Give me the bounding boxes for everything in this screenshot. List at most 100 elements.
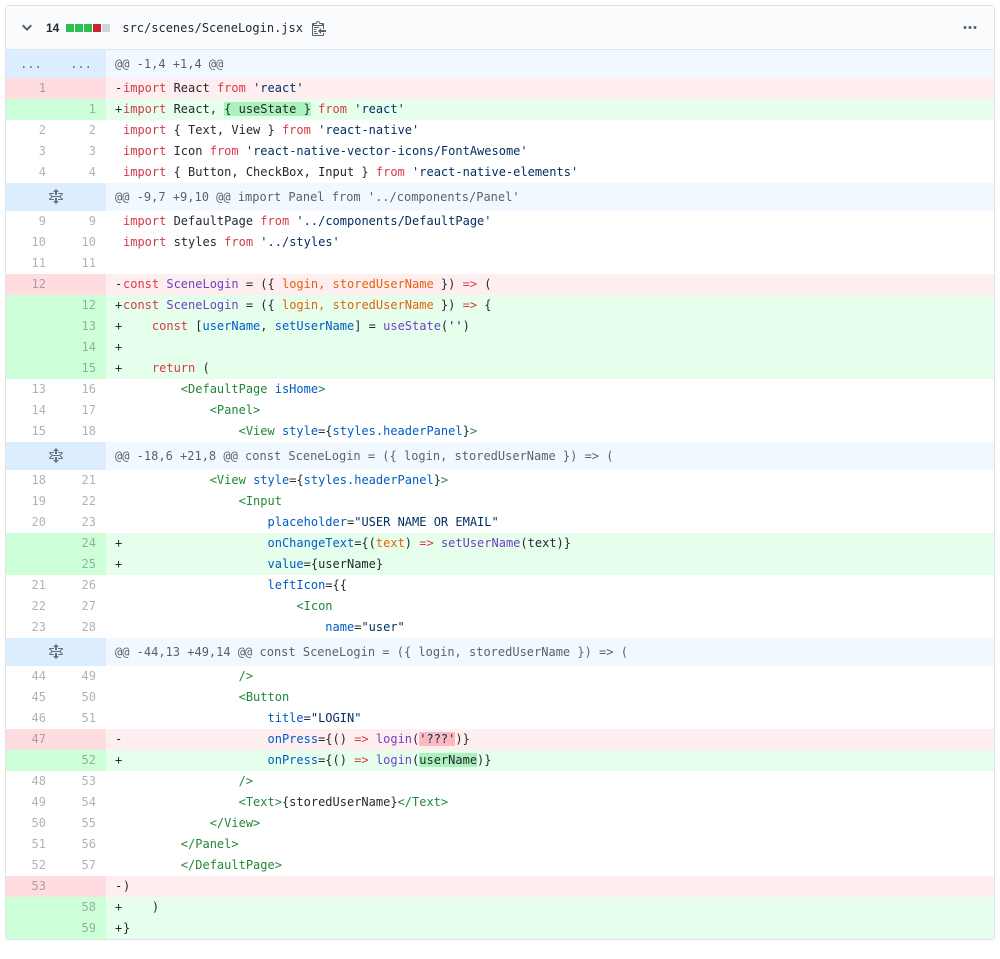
old-line-number[interactable]	[6, 295, 56, 316]
old-line-number[interactable]: 9	[6, 211, 56, 232]
old-line-number[interactable]: 15	[6, 421, 56, 442]
new-line-number[interactable]: 55	[56, 813, 106, 834]
new-line-number[interactable]: 10	[56, 232, 106, 253]
diff-row-add: 1 +import React, { useState } from 'react…	[6, 99, 994, 120]
new-line-number[interactable]: 18	[56, 421, 106, 442]
old-line-number[interactable]: 20	[6, 512, 56, 533]
old-line-number[interactable]: 23	[6, 617, 56, 638]
diff-file-container: 14 src/scenes/SceneLogin.jsx ...... @@ -1…	[5, 5, 995, 940]
new-line-number[interactable]: 3	[56, 141, 106, 162]
new-line-number[interactable]	[56, 274, 106, 295]
new-line-number[interactable]: 15	[56, 358, 106, 379]
collapse-diff-button[interactable]	[16, 18, 40, 38]
unfold-icon	[49, 644, 63, 659]
diff-row-ctx: 20 23 placeholder="USER NAME OR EMAIL"	[6, 512, 994, 533]
old-line-number[interactable]	[6, 316, 56, 337]
old-line-number[interactable]: 52	[6, 855, 56, 876]
new-line-number[interactable]: 54	[56, 792, 106, 813]
new-line-number[interactable]: 11	[56, 253, 106, 274]
new-line-number[interactable]: 21	[56, 470, 106, 491]
old-line-number[interactable]: 46	[6, 708, 56, 729]
diff-marker: +	[115, 298, 123, 312]
new-line-number[interactable]: 52	[56, 750, 106, 771]
code-line: <DefaultPage isHome>	[106, 379, 994, 400]
expand-hunk-button[interactable]	[6, 442, 106, 470]
new-line-number[interactable]: 13	[56, 316, 106, 337]
old-line-number[interactable]	[6, 554, 56, 575]
diffstat-block-neutral	[102, 23, 111, 32]
old-line-number[interactable]: 45	[6, 687, 56, 708]
new-line-number[interactable]: 14	[56, 337, 106, 358]
new-line-number[interactable]: 1	[56, 99, 106, 120]
code-line: + onPress={() => login(userName)}	[106, 750, 994, 771]
new-line-number[interactable]: 56	[56, 834, 106, 855]
old-line-number[interactable]: 3	[6, 141, 56, 162]
new-line-number[interactable]: 4	[56, 162, 106, 183]
old-line-number[interactable]: 14	[6, 400, 56, 421]
old-line-number[interactable]: 11	[6, 253, 56, 274]
old-line-number[interactable]: 48	[6, 771, 56, 792]
hunk-header-text: @@ -9,7 +9,10 @@ import Panel from '../c…	[106, 183, 994, 211]
old-line-number[interactable]: 49	[6, 792, 56, 813]
old-line-number[interactable]: 12	[6, 274, 56, 295]
new-line-number[interactable]	[56, 876, 106, 897]
copy-path-button[interactable]	[311, 20, 326, 36]
diff-row-ctx: 49 54 <Text>{storedUserName}</Text>	[6, 792, 994, 813]
old-line-number[interactable]: 44	[6, 666, 56, 687]
new-line-number[interactable]: 49	[56, 666, 106, 687]
new-line-number[interactable]: 2	[56, 120, 106, 141]
old-line-number[interactable]: 13	[6, 379, 56, 400]
old-line-number[interactable]: 2	[6, 120, 56, 141]
old-line-number[interactable]: 1	[6, 78, 56, 99]
new-line-number[interactable]: 53	[56, 771, 106, 792]
kebab-horizontal-icon	[963, 25, 977, 29]
old-line-number[interactable]: 19	[6, 491, 56, 512]
new-line-number[interactable]: 28	[56, 617, 106, 638]
diff-marker: +	[115, 536, 123, 550]
clippy-icon	[311, 20, 326, 36]
old-line-number[interactable]	[6, 918, 56, 939]
expand-hunk-button[interactable]	[6, 638, 106, 666]
new-line-number[interactable]: 50	[56, 687, 106, 708]
old-line-number[interactable]: 10	[6, 232, 56, 253]
old-line-number[interactable]: 47	[6, 729, 56, 750]
old-line-number[interactable]: 53	[6, 876, 56, 897]
old-line-number[interactable]	[6, 750, 56, 771]
expand-hunk-button[interactable]	[6, 183, 106, 211]
diff-marker: +	[115, 361, 123, 375]
code-line: <Panel>	[106, 400, 994, 421]
new-line-number[interactable]: 24	[56, 533, 106, 554]
old-line-number[interactable]: 18	[6, 470, 56, 491]
old-line-number[interactable]	[6, 337, 56, 358]
new-line-number[interactable]: 9	[56, 211, 106, 232]
old-line-number[interactable]	[6, 533, 56, 554]
new-line-number[interactable]: 17	[56, 400, 106, 421]
new-line-number[interactable]: 16	[56, 379, 106, 400]
new-line-number[interactable]: 51	[56, 708, 106, 729]
old-line-number[interactable]: 4	[6, 162, 56, 183]
new-line-number[interactable]: 27	[56, 596, 106, 617]
old-line-number[interactable]	[6, 358, 56, 379]
file-path-link[interactable]: src/scenes/SceneLogin.jsx	[122, 21, 303, 35]
old-line-number[interactable]	[6, 99, 56, 120]
diff-file-header: 14 src/scenes/SceneLogin.jsx	[6, 6, 994, 50]
new-line-number[interactable]: 23	[56, 512, 106, 533]
old-line-number[interactable]: 21	[6, 575, 56, 596]
new-line-number[interactable]: 59	[56, 918, 106, 939]
diff-row-add: 15 + return (	[6, 358, 994, 379]
new-line-number[interactable]: 26	[56, 575, 106, 596]
file-options-button[interactable]	[956, 16, 984, 40]
new-line-number[interactable]: 25	[56, 554, 106, 575]
old-line-number[interactable]: 22	[6, 596, 56, 617]
new-line-number[interactable]	[56, 78, 106, 99]
old-line-number[interactable]: 51	[6, 834, 56, 855]
new-line-number[interactable]: 12	[56, 295, 106, 316]
new-line-number[interactable]: 57	[56, 855, 106, 876]
code-line: +	[106, 337, 994, 358]
new-line-number[interactable]: 22	[56, 491, 106, 512]
old-line-number[interactable]: 50	[6, 813, 56, 834]
diff-marker	[106, 491, 123, 512]
old-line-number[interactable]	[6, 897, 56, 918]
new-line-number[interactable]	[56, 729, 106, 750]
new-line-number[interactable]: 58	[56, 897, 106, 918]
